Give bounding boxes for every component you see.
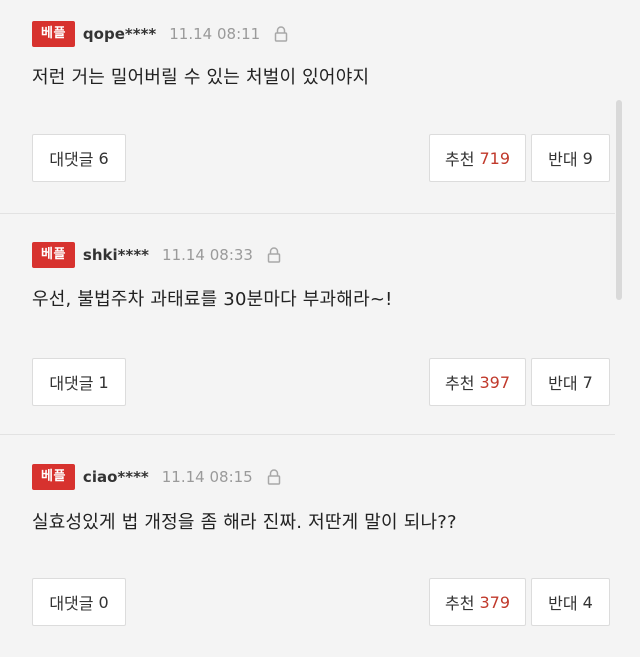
comment-time: 11.14 08:11 <box>169 25 261 43</box>
best-badge: 베플 <box>32 21 75 47</box>
upvote-count: 397 <box>479 372 510 392</box>
reply-count: 1 <box>98 372 109 392</box>
reply-label: 대댓글 <box>49 150 94 169</box>
comment-text: 실효성있게 법 개정을 좀 해라 진짜. 저딴게 말이 되나?? <box>32 512 457 533</box>
best-badge: 베플 <box>32 242 75 268</box>
comment-meta: 베플 qope**** 11.14 08:11 <box>32 21 290 47</box>
reply-label: 대댓글 <box>49 594 94 613</box>
downvote-count: 9 <box>582 148 593 168</box>
comment-meta: 베플 ciao**** 11.14 08:15 <box>32 464 283 490</box>
comment-time: 11.14 08:15 <box>161 468 253 486</box>
comment-username[interactable]: qope**** <box>83 25 156 43</box>
lock-icon[interactable] <box>265 246 283 264</box>
comment-item: 베플 ciao**** 11.14 08:15 실효성있게 법 개정을 좀 해라… <box>0 436 615 657</box>
upvote-label: 추천 <box>445 150 475 169</box>
reply-count: 0 <box>98 592 109 612</box>
reply-count: 6 <box>98 148 109 168</box>
downvote-label: 반대 <box>548 594 578 613</box>
downvote-button[interactable]: 반대 9 <box>531 134 610 182</box>
reply-button[interactable]: 대댓글 1 <box>32 358 126 406</box>
comment-text: 우선, 불법주차 과태료를 30분마다 부과해라~! <box>32 289 393 310</box>
best-badge: 베플 <box>32 464 75 490</box>
upvote-count: 719 <box>479 148 510 168</box>
downvote-count: 4 <box>582 592 593 612</box>
upvote-label: 추천 <box>445 594 475 613</box>
reply-button[interactable]: 대댓글 0 <box>32 578 126 626</box>
reply-button[interactable]: 대댓글 6 <box>32 134 126 182</box>
reply-label: 대댓글 <box>49 374 94 393</box>
downvote-button[interactable]: 반대 4 <box>531 578 610 626</box>
comment-item: 베플 shki**** 11.14 08:33 우선, 불법주차 과태료를 30… <box>0 215 615 435</box>
downvote-button[interactable]: 반대 7 <box>531 358 610 406</box>
comment-item: 베플 qope**** 11.14 08:11 저런 거는 밀어버릴 수 있는 … <box>0 0 615 214</box>
comment-text: 저런 거는 밀어버릴 수 있는 처벌이 있어야지 <box>32 67 370 88</box>
comment-meta: 베플 shki**** 11.14 08:33 <box>32 242 283 268</box>
lock-icon[interactable] <box>265 468 283 486</box>
comment-time: 11.14 08:33 <box>162 246 253 264</box>
upvote-button[interactable]: 추천 397 <box>429 358 526 406</box>
downvote-label: 반대 <box>548 374 578 393</box>
comment-username[interactable]: ciao**** <box>83 468 149 486</box>
upvote-count: 379 <box>479 592 510 612</box>
scrollbar-thumb[interactable] <box>616 100 622 300</box>
lock-icon[interactable] <box>272 25 290 43</box>
upvote-label: 추천 <box>445 374 475 393</box>
upvote-button[interactable]: 추천 379 <box>429 578 526 626</box>
upvote-button[interactable]: 추천 719 <box>429 134 526 182</box>
downvote-label: 반대 <box>548 150 578 169</box>
comment-username[interactable]: shki**** <box>83 246 149 264</box>
downvote-count: 7 <box>582 372 593 392</box>
